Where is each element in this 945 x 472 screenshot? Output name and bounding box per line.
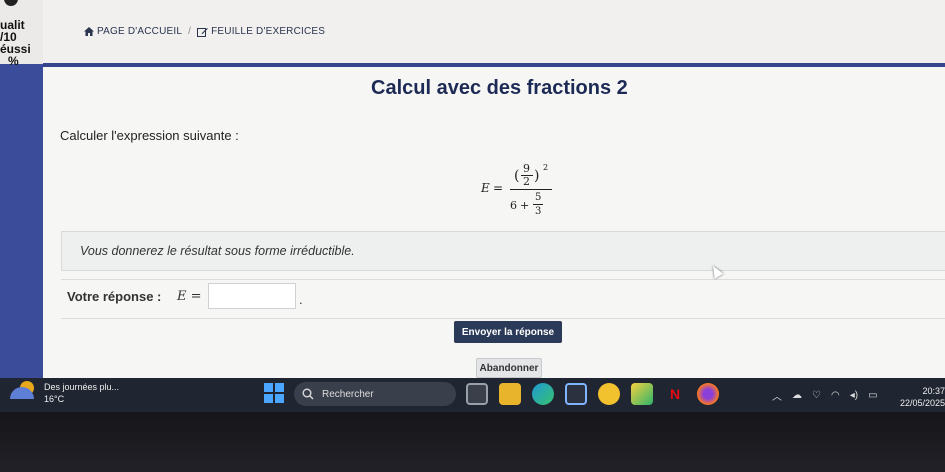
store-icon[interactable] — [565, 383, 587, 405]
firefox-icon[interactable] — [697, 383, 719, 405]
browser-page: ualit /10 éussi % PAGE D'ACCUEIL / FEUIL… — [0, 0, 945, 378]
exercise-panel: Calcul avec des fractions 2 Calculer l'e… — [43, 67, 945, 378]
sidebar: ualit /10 éussi % — [0, 0, 43, 378]
formula-den-int: 6 — [510, 199, 517, 212]
formula-lhs: E — [481, 181, 490, 195]
answer-input[interactable] — [208, 283, 296, 309]
onedrive-icon[interactable]: ☁ — [792, 390, 802, 401]
netflix-icon[interactable]: N — [664, 383, 686, 405]
breadcrumb-separator: / — [188, 26, 192, 37]
taskbar-search[interactable]: Rechercher — [294, 382, 456, 406]
formula: E = ( 9 2 ) 2 6 + 5 3 — [463, 157, 603, 227]
page-title: Calcul avec des fractions 2 — [371, 77, 628, 99]
media-app-icon[interactable] — [466, 383, 488, 405]
breadcrumb-exercises-label: FEUILLE D'EXERCICES — [211, 26, 326, 37]
edit-icon — [197, 27, 208, 37]
weather-widget[interactable]: Des journées plu... 16°C — [8, 381, 119, 405]
sidebar-stats: ualit /10 éussi % — [0, 0, 43, 68]
weather-icon — [8, 381, 38, 405]
answer-suffix: . — [299, 292, 303, 307]
taskbar-apps: N — [466, 383, 719, 405]
weather-text: Des journées plu... — [44, 382, 120, 392]
submit-button[interactable]: Envoyer la réponse — [454, 321, 562, 343]
answer-label: Votre réponse : — [67, 289, 162, 304]
note-box: Vous donnerez le résultat sous forme irr… — [61, 231, 945, 271]
wifi-icon[interactable]: ◠ — [831, 390, 840, 401]
user-icon — [4, 0, 18, 6]
volume-icon[interactable]: ◂) — [850, 390, 858, 401]
weather-temp: 16°C — [44, 394, 65, 404]
home-icon — [84, 27, 94, 36]
search-label: Rechercher — [322, 388, 374, 400]
formula-den-plus: + — [520, 199, 530, 212]
formula-den-top: 5 — [535, 192, 542, 203]
breadcrumb-home[interactable]: PAGE D'ACCUEIL — [84, 26, 182, 37]
formula-den-bottom: 3 — [535, 206, 542, 217]
formula-main-bar — [510, 189, 552, 190]
answer-row: Votre réponse : E = . — [61, 279, 945, 319]
heart-icon[interactable]: ♡ — [812, 390, 821, 401]
paint-icon[interactable] — [631, 383, 653, 405]
start-icon[interactable] — [264, 383, 284, 403]
formula-paren-close: ) — [534, 168, 540, 184]
taskbar: Des journées plu... 16°C Rechercher N ︿ … — [0, 378, 945, 412]
instruction-text: Calculer l'expression suivante : — [60, 128, 239, 143]
breadcrumb-home-label: PAGE D'ACCUEIL — [97, 26, 183, 37]
formula-paren-open: ( — [514, 168, 520, 184]
teams-icon[interactable] — [598, 383, 620, 405]
breadcrumb: PAGE D'ACCUEIL / FEUILLE D'EXERCICES — [84, 26, 325, 37]
note-text: Vous donnerez le résultat sous forme irr… — [80, 244, 355, 258]
battery-icon[interactable]: ▭ — [868, 390, 877, 401]
clock-date: 22/05/2025 — [899, 398, 945, 408]
abandon-button[interactable]: Abandonner — [476, 358, 542, 378]
formula-num-bottom: 2 — [523, 175, 530, 188]
monitor-bezel — [0, 412, 945, 472]
clock[interactable]: 20:37 22/05/2025 — [898, 385, 945, 409]
chevron-up-icon[interactable]: ︿ — [772, 388, 782, 403]
formula-den-bar — [533, 204, 543, 205]
breadcrumb-exercises[interactable]: FEUILLE D'EXERCICES — [197, 26, 325, 37]
formula-exponent: 2 — [543, 163, 549, 172]
answer-variable: E = — [177, 289, 202, 304]
search-icon — [302, 388, 314, 400]
sidebar-stat-percent: % — [8, 54, 19, 68]
file-explorer-icon[interactable] — [499, 383, 521, 405]
system-tray: ︿ ☁ ♡ ◠ ◂) ▭ — [772, 388, 878, 403]
formula-equals: = — [493, 181, 504, 195]
formula-num-top: 9 — [523, 162, 530, 175]
edge-icon[interactable] — [532, 383, 554, 405]
clock-time: 20:37 — [922, 386, 945, 396]
